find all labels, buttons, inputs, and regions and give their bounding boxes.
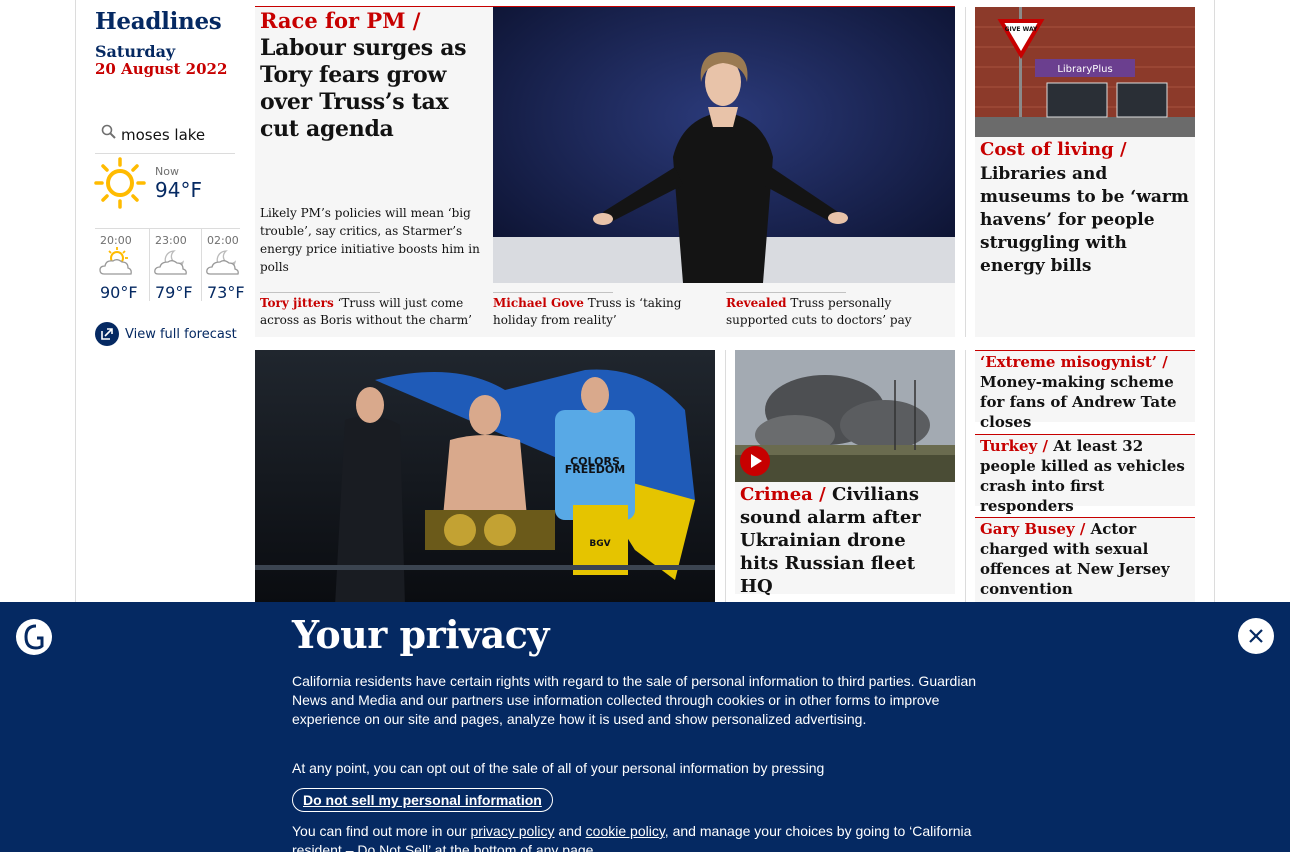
p3-start: You can find out more in our (292, 823, 467, 839)
sun-cloud-icon (99, 247, 132, 275)
hourly-forecast: 20:00 90°F 23:00 79°F 02:00 73°F (95, 228, 245, 302)
sublink-revealed[interactable]: Revealed Truss personally supported cuts… (726, 295, 951, 329)
lead-kicker[interactable]: Race for PM / (260, 8, 420, 33)
column-divider (965, 7, 966, 337)
forecast-slot: 02:00 73°F (201, 229, 251, 302)
mini-kicker: ‘Extreme misogynist’ / (980, 353, 1168, 371)
forecast-time: 20:00 (100, 234, 132, 247)
mini-headline: Money-making scheme for fans of Andrew T… (980, 373, 1177, 431)
now-label: Now (155, 165, 179, 178)
shorts-text: BGV (589, 539, 610, 549)
lead-headline[interactable]: Labour surges as Tory fears grow over Tr… (260, 35, 488, 143)
view-full-forecast-link[interactable]: View full forecast (95, 322, 237, 346)
lead-standfirst: Likely PM’s policies will mean ‘big trou… (260, 206, 480, 274)
privacy-paragraph-1: California residents have certain rights… (292, 673, 977, 727)
now-temperature: 94°F (155, 178, 202, 202)
privacy-banner: Your privacy California residents have c… (0, 602, 1290, 852)
forecast-slot: 20:00 90°F (95, 229, 145, 302)
cost-of-living-headline[interactable]: Libraries and museums to be ‘warm havens… (980, 163, 1190, 278)
forecast-time: 02:00 (207, 234, 239, 247)
guardian-g-icon (17, 620, 51, 654)
p3-and: and (558, 823, 582, 839)
mini-kicker: Turkey / (980, 437, 1048, 455)
mini-story-text: ‘Extreme misogynist’ / Money-making sche… (980, 352, 1192, 432)
external-link-icon (95, 322, 119, 346)
sublink-rule (726, 292, 846, 293)
crimea-kicker: Crimea / (740, 484, 826, 505)
privacy-title: Your privacy (292, 612, 550, 657)
play-video-button[interactable] (740, 446, 770, 476)
sublink-tory-jitters[interactable]: Tory jitters ‘Truss will just come acros… (260, 295, 480, 329)
do-not-sell-button[interactable]: Do not sell my personal information (292, 788, 553, 812)
library-photo: LibraryPlus GIVE WAY (975, 7, 1195, 137)
road-sign-text: GIVE WAY (1005, 26, 1038, 33)
view-full-forecast-label: View full forecast (125, 326, 237, 342)
mini-story-text: Turkey / At least 32 people killed as ve… (980, 436, 1192, 516)
mini-kicker: Gary Busey / (980, 520, 1086, 538)
date-label: 20 August 2022 (95, 60, 228, 78)
library-sign: LibraryPlus (1057, 64, 1112, 75)
sublink-kicker: Michael Gove (493, 296, 584, 310)
forecast-temperature: 90°F (100, 283, 138, 302)
sublink-kicker: Revealed (726, 296, 787, 310)
usyk-photo: COLORS FREEDOM BGV (255, 350, 715, 606)
guardian-logo (16, 619, 52, 655)
lead-image[interactable] (493, 7, 955, 283)
forecast-time: 23:00 (155, 234, 187, 247)
weather-location-search (95, 120, 235, 154)
search-icon (101, 124, 116, 139)
sun-icon (94, 157, 146, 209)
privacy-policy-link[interactable]: privacy policy (471, 823, 555, 839)
mini-story-tate[interactable]: ‘Extreme misogynist’ / Money-making sche… (975, 350, 1195, 431)
close-icon (1249, 629, 1263, 643)
moon-cloud-icon (206, 250, 239, 275)
privacy-paragraph-2: At any point, you can opt out of the sal… (292, 760, 825, 776)
cost-of-living-kicker[interactable]: Cost of living / (980, 139, 1127, 160)
liz-truss-photo (493, 7, 955, 283)
mini-story-text: Gary Busey / Actor charged with sexual o… (980, 519, 1192, 599)
forecast-temperature: 73°F (207, 283, 245, 302)
sublink-michael-gove[interactable]: Michael Gove Truss is ‘taking holiday fr… (493, 295, 698, 329)
mini-story-busey[interactable]: Gary Busey / Actor charged with sexual o… (975, 517, 1195, 607)
sublink-kicker: Tory jitters (260, 296, 334, 310)
sublink-rule (493, 292, 613, 293)
crimea-headline[interactable]: Crimea / Civilians sound alarm after Ukr… (740, 483, 950, 598)
day-label: Saturday (95, 42, 176, 61)
close-banner-button[interactable] (1238, 618, 1274, 654)
boxing-image[interactable]: COLORS FREEDOM BGV (255, 350, 715, 606)
forecast-slot: 23:00 79°F (149, 229, 199, 302)
forecast-temperature: 79°F (155, 283, 193, 302)
cookie-policy-link[interactable]: cookie policy (586, 823, 665, 839)
moon-cloud-icon (154, 250, 187, 275)
column-divider (725, 350, 726, 606)
column-divider (965, 350, 966, 606)
shirt-text: FREEDOM (565, 463, 625, 476)
location-input[interactable] (121, 124, 233, 146)
sublink-rule (260, 292, 380, 293)
play-icon (751, 454, 762, 468)
section-title: Headlines (95, 8, 222, 35)
library-image[interactable]: LibraryPlus GIVE WAY (975, 7, 1195, 137)
mini-story-turkey[interactable]: Turkey / At least 32 people killed as ve… (975, 434, 1195, 515)
privacy-paragraph-3: You can find out more in our privacy pol… (292, 822, 1002, 852)
